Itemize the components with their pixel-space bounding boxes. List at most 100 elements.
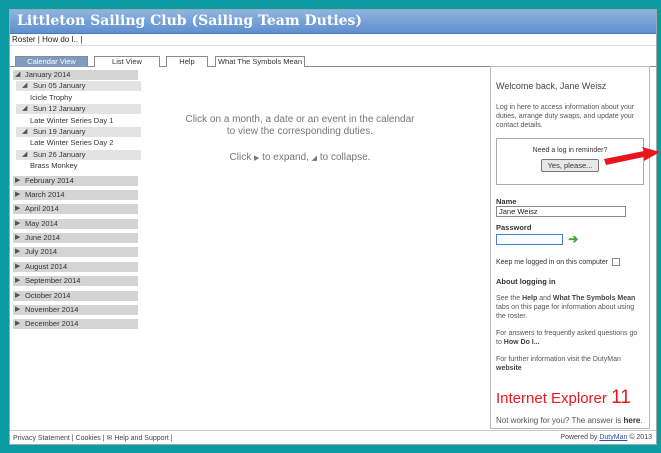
expanded-triangle-icon[interactable]: ◢ <box>22 150 27 160</box>
password-field[interactable] <box>496 233 563 245</box>
date-label: Sun 26 January <box>33 149 86 159</box>
instructions-line-2: to view the corresponding duties. <box>226 126 374 137</box>
help-link[interactable]: Help <box>522 295 537 302</box>
event-icicle-trophy[interactable]: Icicle Trophy <box>13 93 143 103</box>
month-label: July 2014 <box>25 247 58 257</box>
go-arrow-icon[interactable]: ➔ <box>568 232 578 246</box>
keep-logged-in-checkbox[interactable] <box>612 258 621 266</box>
month-august-2014[interactable]: ▶ August 2014 <box>13 261 138 272</box>
tab-help[interactable]: Help <box>166 56 208 67</box>
tab-calendar-view[interactable]: Calendar View <box>15 56 88 67</box>
collapsed-triangle-icon[interactable]: ▶ <box>15 176 20 186</box>
red-arrow-icon <box>604 147 660 165</box>
date-sun-19-january[interactable]: ◢ Sun 19 January <box>16 126 141 137</box>
instructions-collapse: to collapse. <box>319 152 371 163</box>
menu-roster[interactable]: Roster <box>12 35 36 44</box>
collapsed-triangle-icon[interactable]: ▶ <box>15 219 20 229</box>
month-april-2014[interactable]: ▶ April 2014 <box>13 204 138 215</box>
instructions-panel: Click on a month, a date or an event in … <box>170 114 430 165</box>
website-text-part: For further information visit the DutyMa… <box>496 356 621 363</box>
welcome-message: Welcome back, Jane Weisz <box>496 81 607 91</box>
date-sun-12-january[interactable]: ◢ Sun 12 January <box>16 104 141 115</box>
month-february-2014[interactable]: ▶ February 2014 <box>13 175 138 186</box>
instructions-line-1: Click on a month, a date or an event in … <box>185 114 415 125</box>
month-november-2014[interactable]: ▶ November 2014 <box>13 305 138 316</box>
keep-logged-in: Keep me logged in on this computer <box>496 258 644 266</box>
month-may-2014[interactable]: ▶ May 2014 <box>13 218 138 229</box>
menu-separator: | <box>37 35 40 44</box>
event-brass-monkey[interactable]: Brass Monkey <box>13 161 143 171</box>
collapsed-triangle-icon[interactable]: ▶ <box>15 291 20 301</box>
month-december-2014[interactable]: ▶ December 2014 <box>13 319 138 330</box>
how-do-i-link[interactable]: How Do I... <box>504 339 540 346</box>
expanded-triangle-icon[interactable]: ◢ <box>22 127 27 137</box>
dutyman-link[interactable]: DutyMan <box>599 434 627 441</box>
menu-bar: Roster | How do I.. | <box>10 34 656 46</box>
powered-by-text: Powered by <box>560 434 598 441</box>
month-june-2014[interactable]: ▶ June 2014 <box>13 233 138 244</box>
collapsed-triangle-icon[interactable]: ▶ <box>15 233 20 243</box>
month-label: February 2014 <box>25 175 74 185</box>
month-label: May 2014 <box>25 218 58 228</box>
title-bar: Littleton Sailing Club (Sailing Team Dut… <box>10 10 656 34</box>
login-panel: Welcome back, Jane Weisz Log in here to … <box>490 66 650 429</box>
website-text: For further information visit the DutyMa… <box>496 355 644 373</box>
month-march-2014[interactable]: ▶ March 2014 <box>13 189 138 200</box>
symbols-link[interactable]: What The Symbols Mean <box>553 295 635 302</box>
month-july-2014[interactable]: ▶ July 2014 <box>13 247 138 258</box>
month-label: March 2014 <box>25 189 65 199</box>
website-link[interactable]: website <box>496 365 522 372</box>
app-window: Littleton Sailing Club (Sailing Team Dut… <box>9 9 657 445</box>
month-label: December 2014 <box>25 319 79 329</box>
month-label: October 2014 <box>25 290 71 300</box>
date-label: Sun 05 January <box>33 81 86 91</box>
date-sun-26-january[interactable]: ◢ Sun 26 January <box>16 149 141 160</box>
collapsed-triangle-icon[interactable]: ▶ <box>15 190 20 200</box>
calendar-tree: ◢ January 2014 ◢ Sun 05 January Icicle T… <box>13 70 143 334</box>
date-label: Sun 19 January <box>33 126 86 136</box>
help-text-part: tabs on this page for information about … <box>496 304 635 320</box>
month-october-2014[interactable]: ▶ October 2014 <box>13 290 138 301</box>
month-september-2014[interactable]: ▶ September 2014 <box>13 276 138 287</box>
footer: Privacy Statement | Cookies | ✉ Help and… <box>10 430 656 444</box>
expanded-triangle-icon: ◢ <box>311 155 318 162</box>
browser-version: 11 <box>611 387 631 408</box>
instructions-click: Click <box>229 152 252 163</box>
date-sun-05-january[interactable]: ◢ Sun 05 January <box>16 81 141 92</box>
copyright: © 2013 <box>629 434 652 441</box>
menu-how-do-i[interactable]: How do I.. <box>42 35 78 44</box>
collapsed-triangle-icon[interactable]: ▶ <box>15 276 20 286</box>
tab-what-the-symbols-mean[interactable]: What The Symbols Mean <box>215 56 305 67</box>
faq-text: For answers to frequently asked question… <box>496 329 644 347</box>
not-working-text: Not working for you? The answer is here. <box>496 416 644 425</box>
menu-separator: | <box>80 35 83 44</box>
month-label: September 2014 <box>25 276 81 286</box>
keep-logged-in-label: Keep me logged in on this computer <box>496 258 609 266</box>
reminder-button[interactable]: Yes, please... <box>540 159 600 172</box>
not-working-part: Not working for you? The answer is <box>496 416 622 425</box>
tab-list-view[interactable]: List View <box>94 56 160 67</box>
help-text-part: and <box>539 295 551 302</box>
powered-by: Powered by DutyMan © 2013 <box>560 434 652 441</box>
password-label: Password <box>496 223 532 232</box>
expanded-triangle-icon[interactable]: ◢ <box>15 70 20 80</box>
login-info-text: Log in here to access information about … <box>496 104 635 129</box>
month-label: August 2014 <box>25 261 68 271</box>
collapsed-triangle-icon[interactable]: ▶ <box>15 305 20 315</box>
footer-links[interactable]: Privacy Statement | Cookies | ✉ Help and… <box>13 435 173 442</box>
collapsed-triangle-icon[interactable]: ▶ <box>15 204 20 214</box>
name-field[interactable] <box>496 206 626 217</box>
collapsed-triangle-icon[interactable]: ▶ <box>15 262 20 272</box>
event-late-winter-series-day-2[interactable]: Late Winter Series Day 2 <box>13 138 143 148</box>
here-link[interactable]: here <box>623 416 640 425</box>
collapsed-triangle-icon[interactable]: ▶ <box>15 247 20 257</box>
expanded-triangle-icon[interactable]: ◢ <box>22 104 27 114</box>
month-label: June 2014 <box>25 233 61 243</box>
collapsed-triangle-icon: ▶ <box>254 155 260 162</box>
collapsed-triangle-icon[interactable]: ▶ <box>15 319 20 329</box>
expanded-triangle-icon[interactable]: ◢ <box>22 81 27 91</box>
name-label: Name <box>496 197 517 206</box>
event-late-winter-series-day-1[interactable]: Late Winter Series Day 1 <box>13 116 143 126</box>
month-january-2014[interactable]: ◢ January 2014 <box>13 70 138 80</box>
not-working-part: . <box>640 416 643 425</box>
